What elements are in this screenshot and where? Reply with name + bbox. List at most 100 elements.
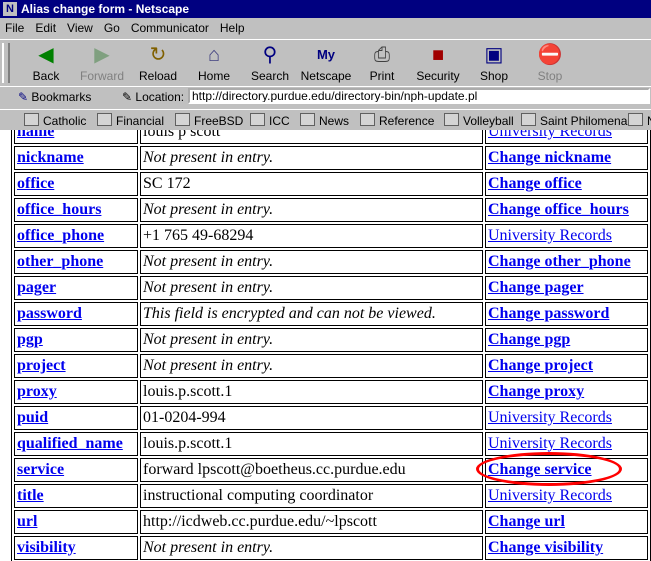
field-name-link[interactable]: service — [17, 461, 64, 478]
toolbar-grip[interactable] — [2, 43, 10, 83]
field-name-cell: other_phone — [14, 250, 138, 274]
field-name-link[interactable]: other_phone — [17, 253, 103, 270]
print-icon: ⎙ — [374, 44, 390, 66]
action-link[interactable]: Change pgp — [488, 331, 570, 348]
table-row: office_hours Not present in entry. Change … — [14, 198, 648, 222]
bookmark-folder-reference[interactable]: Reference — [360, 113, 434, 128]
action-link[interactable]: University Records — [488, 435, 612, 452]
field-name-link[interactable]: pager — [17, 279, 56, 296]
menu-bar: File Edit View Go Communicator Help — [0, 18, 651, 38]
field-name-cell: service — [14, 458, 138, 482]
action-link[interactable]: Change proxy — [488, 383, 584, 400]
url-input[interactable] — [188, 88, 650, 104]
field-name-link[interactable]: title — [17, 487, 44, 504]
field-value: louis.p.scott.1 — [140, 380, 483, 404]
field-name-link[interactable]: project — [17, 357, 66, 374]
bookmark-folder-icc[interactable]: ICC — [250, 113, 290, 128]
window-title: Alias change form - Netscape — [21, 2, 190, 16]
field-name-link[interactable]: office_phone — [17, 227, 104, 244]
alias-fields-table: name louis p scott University Records nickn… — [11, 130, 651, 561]
action-cell: Change project — [485, 354, 648, 378]
field-name-cell: nickname — [14, 146, 138, 170]
search-button[interactable]: ⚲ Search — [242, 42, 298, 84]
field-name-cell: qualified_name — [14, 432, 138, 456]
bookmark-folder-financial[interactable]: Financial — [97, 113, 164, 128]
field-name-link[interactable]: nickname — [17, 149, 84, 166]
field-name-link[interactable]: proxy — [17, 383, 57, 400]
action-cell: Change url — [485, 510, 648, 534]
field-value: Not present in entry. — [140, 198, 483, 222]
reload-button[interactable]: ↻ Reload — [130, 42, 186, 84]
field-name-link[interactable]: url — [17, 513, 37, 530]
forward-button[interactable]: ▶ Forward — [74, 42, 130, 84]
action-cell: University Records — [485, 484, 648, 508]
bookmark-folder-n[interactable]: N — [628, 113, 651, 128]
personal-toolbar: Catholic Financial FreeBSD ICC News Refe… — [0, 109, 651, 131]
table-row: nickname Not present in entry. Change nick… — [14, 146, 648, 170]
field-name-link[interactable]: name — [17, 130, 54, 140]
table-row: office_phone +1 765 49-68294 University Re… — [14, 224, 648, 248]
bookmark-folder-volleyball[interactable]: Volleyball — [444, 113, 514, 128]
table-row: name louis p scott University Records — [14, 130, 648, 144]
action-link[interactable]: Change office_hours — [488, 201, 629, 218]
action-link[interactable]: Change project — [488, 357, 593, 374]
action-link[interactable]: Change url — [488, 513, 565, 530]
menu-help[interactable]: Help — [220, 21, 245, 35]
action-cell: Change service — [485, 458, 648, 482]
field-name-link[interactable]: puid — [17, 409, 48, 426]
reload-icon: ↻ — [149, 44, 167, 66]
field-name-link[interactable]: qualified_name — [17, 435, 123, 452]
bookmarks-button[interactable]: ✎ Bookmarks — [18, 90, 91, 104]
action-cell: Change office — [485, 172, 648, 196]
stop-button[interactable]: ⛔ Stop — [522, 42, 578, 84]
netscape-button[interactable]: My Netscape — [298, 42, 354, 84]
action-link[interactable]: Change other_phone — [488, 253, 631, 270]
action-link[interactable]: Change visibility — [488, 539, 603, 556]
bookmark-folder-freebsd[interactable]: FreeBSD — [175, 113, 243, 128]
action-cell: University Records — [485, 224, 648, 248]
action-link[interactable]: University Records — [488, 487, 612, 504]
back-button[interactable]: ◀ Back — [18, 42, 74, 84]
bookmark-folder-news[interactable]: News — [300, 113, 349, 128]
action-cell: Change office_hours — [485, 198, 648, 222]
menu-file[interactable]: File — [5, 21, 24, 35]
bookmark-folder-catholic[interactable]: Catholic — [24, 113, 86, 128]
field-name-link[interactable]: office_hours — [17, 201, 101, 218]
action-link[interactable]: University Records — [488, 409, 612, 426]
field-name-link[interactable]: visibility — [17, 539, 76, 556]
page-content[interactable]: name louis p scott University Records nickn… — [0, 130, 651, 561]
home-button[interactable]: ⌂ Home — [186, 42, 242, 84]
action-link[interactable]: Change service — [488, 461, 592, 478]
table-row: pager Not present in entry. Change pager — [14, 276, 648, 300]
field-name-link[interactable]: password — [17, 305, 82, 322]
action-link[interactable]: Change password — [488, 305, 609, 322]
search-icon: ⚲ — [262, 44, 278, 66]
field-name-link[interactable]: pgp — [17, 331, 43, 348]
field-value: Not present in entry. — [140, 146, 483, 170]
field-value: Not present in entry. — [140, 354, 483, 378]
action-cell: Change other_phone — [485, 250, 648, 274]
menu-communicator[interactable]: Communicator — [131, 21, 209, 35]
field-value: http://icdweb.cc.purdue.edu/~lpscott — [140, 510, 483, 534]
page-icon: ✎ — [122, 90, 133, 104]
field-value: SC 172 — [140, 172, 483, 196]
action-link[interactable]: University Records — [488, 130, 612, 140]
menu-go[interactable]: Go — [104, 21, 120, 35]
action-link[interactable]: Change nickname — [488, 149, 611, 166]
action-link[interactable]: University Records — [488, 227, 612, 244]
menu-edit[interactable]: Edit — [35, 21, 56, 35]
table-row: office SC 172 Change office — [14, 172, 648, 196]
action-cell: University Records — [485, 432, 648, 456]
table-row: pgp Not present in entry. Change pgp — [14, 328, 648, 352]
field-value: 01-0204-994 — [140, 406, 483, 430]
menu-view[interactable]: View — [67, 21, 93, 35]
action-link[interactable]: Change pager — [488, 279, 584, 296]
field-name-link[interactable]: office — [17, 175, 54, 192]
shop-button[interactable]: ▣ Shop — [466, 42, 522, 84]
action-link[interactable]: Change office — [488, 175, 582, 192]
print-button[interactable]: ⎙ Print — [354, 42, 410, 84]
field-name-cell: proxy — [14, 380, 138, 404]
bookmark-folder-saint-philomena[interactable]: Saint Philomena — [521, 113, 627, 128]
table-row: project Not present in entry. Change proje… — [14, 354, 648, 378]
security-button[interactable]: ■ Security — [410, 42, 466, 84]
